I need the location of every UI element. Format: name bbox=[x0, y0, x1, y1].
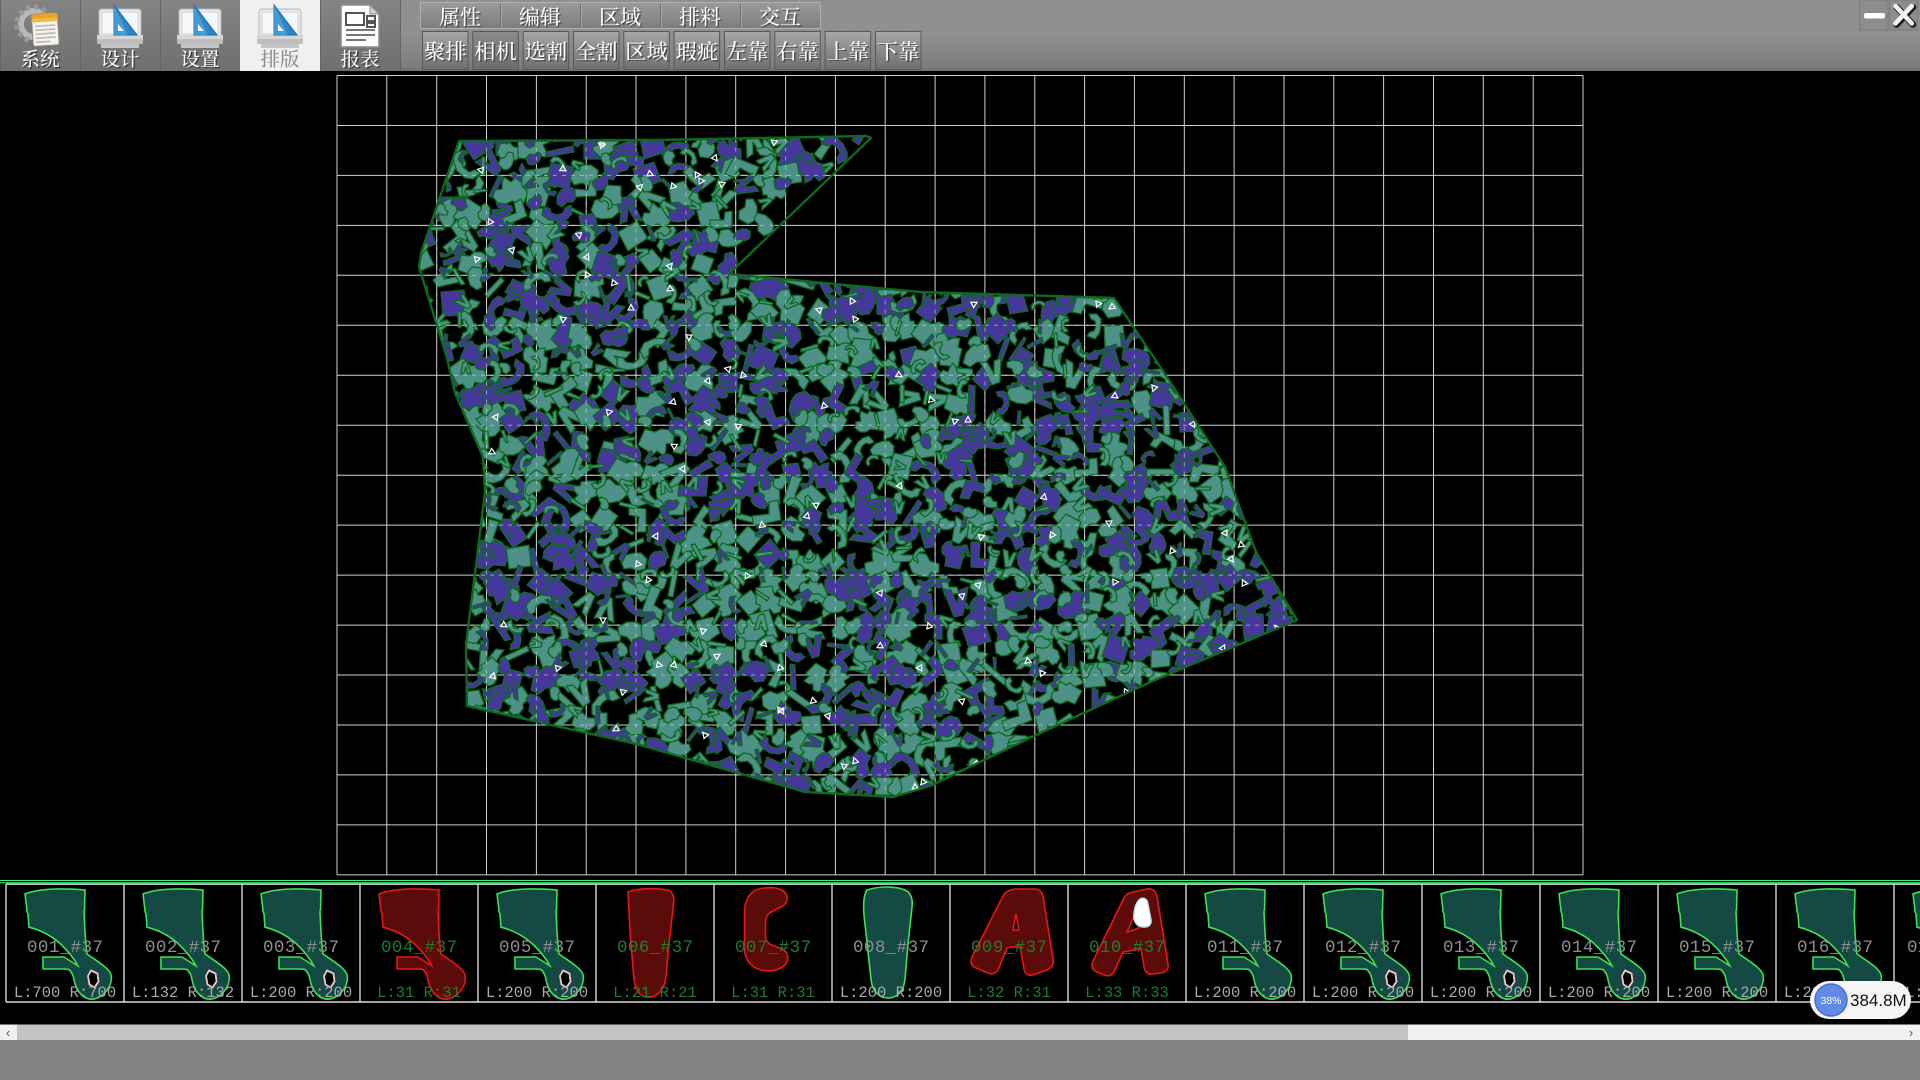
svg-text:008_#37: 008_#37 bbox=[853, 938, 929, 958]
svg-text:L:200 R:200: L:200 R:200 bbox=[1430, 984, 1532, 1002]
svg-text:38%: 38% bbox=[1820, 995, 1841, 1007]
svg-text:015_#37: 015_#37 bbox=[1679, 938, 1755, 958]
svg-text:L:31 R:31: L:31 R:31 bbox=[731, 984, 815, 1002]
svg-text:L:21 R:21: L:21 R:21 bbox=[613, 984, 697, 1002]
svg-text:017_#37: 017_#37 bbox=[1907, 938, 1920, 958]
svg-text:L:200 R:200: L:200 R:200 bbox=[1666, 984, 1768, 1002]
svg-text:004_#37: 004_#37 bbox=[381, 938, 457, 958]
svg-text:L:200 R:200: L:200 R:200 bbox=[840, 984, 942, 1002]
svg-text:012_#37: 012_#37 bbox=[1325, 938, 1401, 958]
svg-text:003_#37: 003_#37 bbox=[263, 938, 339, 958]
svg-text:›: › bbox=[1909, 1025, 1913, 1040]
svg-text:001_#37: 001_#37 bbox=[27, 938, 103, 958]
svg-text:009_#37: 009_#37 bbox=[971, 938, 1047, 958]
svg-text:L:33 R:33: L:33 R:33 bbox=[1085, 984, 1169, 1002]
svg-text:L:31 R:31: L:31 R:31 bbox=[377, 984, 461, 1002]
svg-text:L:200 R:200: L:200 R:200 bbox=[1312, 984, 1414, 1002]
svg-text:002_#37: 002_#37 bbox=[145, 938, 221, 958]
svg-text:384.8M: 384.8M bbox=[1850, 991, 1907, 1010]
svg-text:010_#37: 010_#37 bbox=[1089, 938, 1165, 958]
svg-text:L:132 R:132: L:132 R:132 bbox=[132, 984, 234, 1002]
svg-text:013_#37: 013_#37 bbox=[1443, 938, 1519, 958]
svg-text:016_#37: 016_#37 bbox=[1797, 938, 1873, 958]
svg-text:007_#37: 007_#37 bbox=[735, 938, 811, 958]
svg-text:L:700 R:700: L:700 R:700 bbox=[14, 984, 116, 1002]
svg-text:014_#37: 014_#37 bbox=[1561, 938, 1637, 958]
svg-text:L:200 R:200: L:200 R:200 bbox=[1548, 984, 1650, 1002]
svg-text:L:32 R:31: L:32 R:31 bbox=[967, 984, 1051, 1002]
svg-text:005_#37: 005_#37 bbox=[499, 938, 575, 958]
svg-text:L:200 R:200: L:200 R:200 bbox=[1194, 984, 1296, 1002]
svg-text:011_#37: 011_#37 bbox=[1207, 938, 1283, 958]
svg-text:L:200 R:200: L:200 R:200 bbox=[250, 984, 352, 1002]
svg-text:006_#37: 006_#37 bbox=[617, 938, 693, 958]
svg-text:L:200 R:200: L:200 R:200 bbox=[486, 984, 588, 1002]
svg-text:‹: ‹ bbox=[6, 1025, 10, 1040]
